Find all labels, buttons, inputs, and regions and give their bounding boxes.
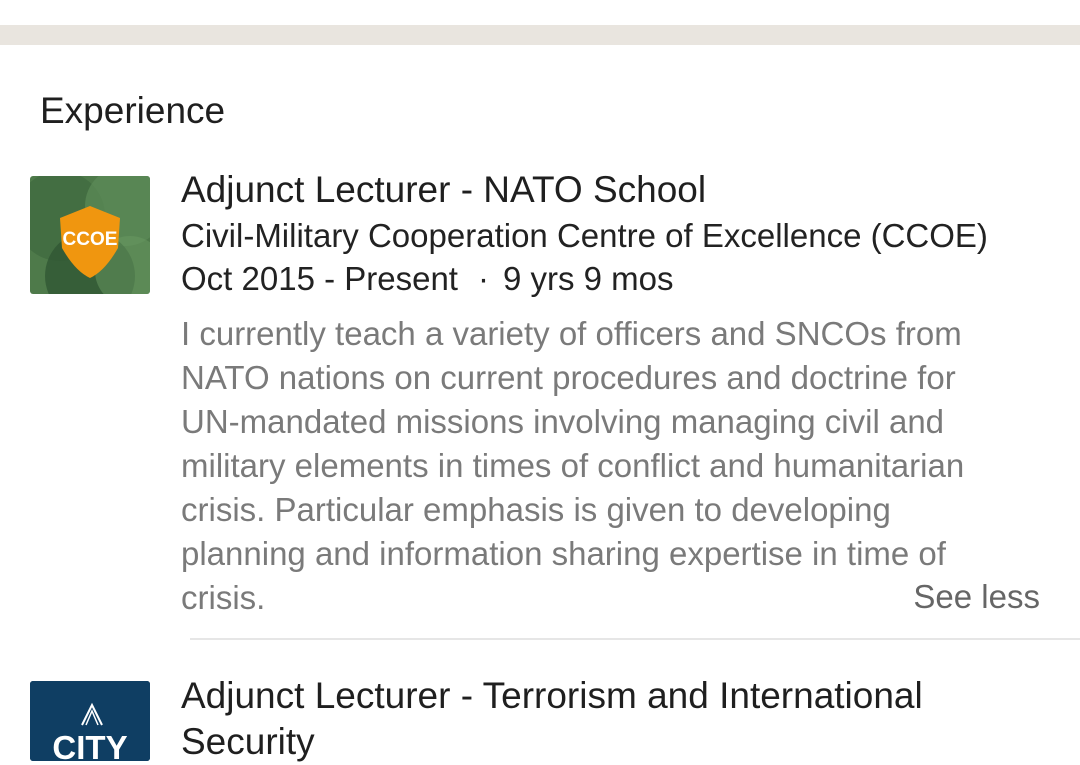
section-title: Experience [40, 90, 226, 131]
date-range-text: Oct 2015 - Present [181, 260, 458, 297]
city-logo-text: CITY [52, 729, 127, 761]
see-less-button[interactable]: See less [913, 575, 1040, 619]
ccoe-logo-text: CCOE [63, 229, 118, 250]
section-divider [0, 25, 1080, 45]
date-range: Oct 2015 - Present · 9 yrs 9 mos [181, 257, 674, 301]
description-line: military elements in times of conflict a… [181, 447, 965, 484]
description-line: UN-mandated missions involving managing … [181, 403, 945, 440]
duration-text: 9 yrs 9 mos [502, 260, 674, 297]
separator-dot: · [477, 260, 489, 297]
job-title-line: Security [181, 721, 315, 762]
description-line: I currently teach a variety of officers … [181, 315, 962, 352]
description-line: crisis. [181, 579, 266, 616]
job-title[interactable]: Adjunct Lecturer - NATO School [181, 167, 706, 213]
company-name[interactable]: Civil-Military Cooperation Centre of Exc… [181, 214, 988, 258]
top-spacer [0, 0, 1080, 25]
description-line: planning and information sharing experti… [181, 535, 946, 572]
ccoe-logo[interactable]: CCOE [30, 176, 150, 294]
city-university-logo[interactable]: CITY [30, 681, 150, 761]
description-line: NATO nations on current procedures and d… [181, 359, 956, 396]
job-description: I currently teach a variety of officers … [181, 312, 1041, 620]
description-line: crisis. Particular emphasis is given to … [181, 491, 891, 528]
job-title-line: Adjunct Lecturer - Terrorism and Interna… [181, 675, 923, 716]
entry-divider [190, 638, 1080, 640]
job-title[interactable]: Adjunct Lecturer - Terrorism and Interna… [181, 673, 923, 765]
experience-section: Experience CCOE Adjunct Lecturer - NATO … [0, 45, 1080, 762]
